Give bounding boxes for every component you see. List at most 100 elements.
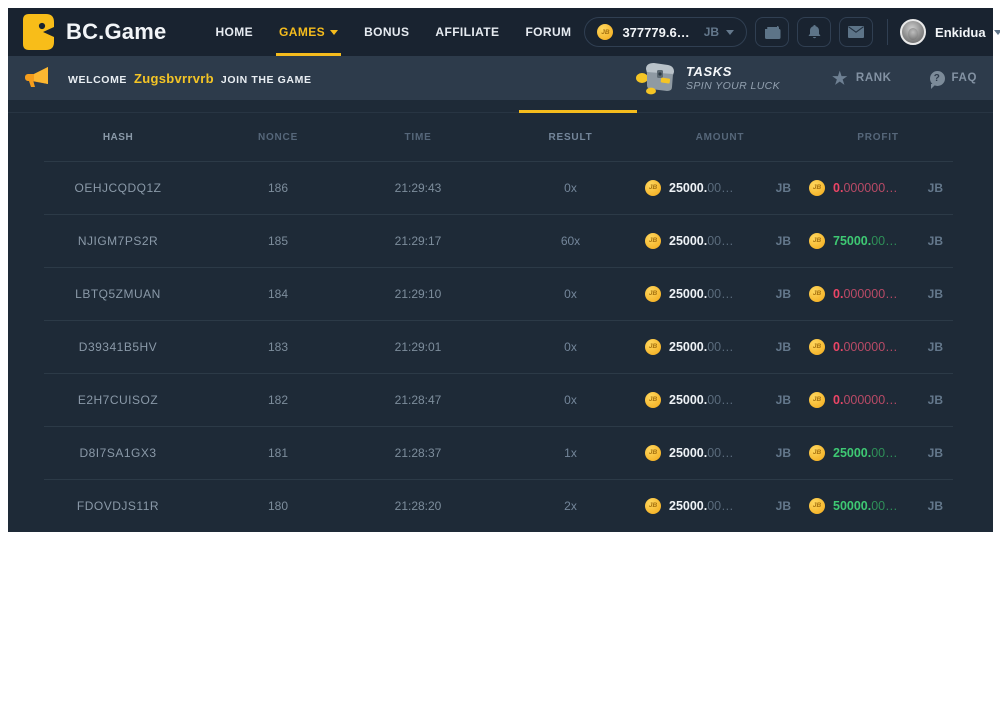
amount-cell: JB 25000.00… JB — [645, 339, 795, 355]
faq-link[interactable]: ? FAQ — [930, 71, 977, 86]
hash-value: FDOVDJS11R — [8, 499, 228, 513]
result-value: 2x — [508, 499, 633, 513]
notifications-button[interactable] — [797, 17, 831, 47]
table-row[interactable]: OEHJCQDQ1Z 186 21:29:43 0x JB 25000.00… … — [8, 161, 993, 214]
profit-value: 50000.00… — [833, 499, 898, 513]
nav-item-affiliate[interactable]: AFFILIATE — [422, 8, 512, 56]
amount-value: 25000.00… — [669, 446, 734, 460]
amount-value: 25000.00… — [669, 499, 734, 513]
profit-value: 0.000000… — [833, 393, 898, 407]
amount-value: 25000.00… — [669, 287, 734, 301]
amount-currency: JB — [776, 181, 795, 195]
amount-value: 25000.00… — [669, 234, 734, 248]
jb-coin-icon: JB — [645, 498, 661, 514]
amount-value: 25000.00… — [669, 340, 734, 354]
jb-coin-icon: JB — [645, 233, 661, 249]
balance-currency: JB — [690, 25, 719, 39]
top-navbar: BC.Game HOME GAMES BONUS AFFILIATE FORUM… — [8, 8, 993, 56]
profit-value: 25000.00… — [833, 446, 898, 460]
table-row[interactable]: NJIGM7PS2R 185 21:29:17 60x JB 25000.00…… — [8, 214, 993, 267]
time-value: 21:29:10 — [328, 287, 508, 301]
profit-cell: JB 0.000000… JB — [809, 286, 947, 302]
hash-value: E2H7CUISOZ — [8, 393, 228, 407]
nav-item-forum[interactable]: FORUM — [512, 8, 584, 56]
nonce-value: 182 — [228, 393, 328, 407]
profit-cell: JB 0.000000… JB — [809, 180, 947, 196]
topbar-right: JB 377779.6… JB — [584, 17, 1000, 47]
user-name: Enkidua — [935, 25, 986, 40]
avatar — [900, 19, 926, 45]
nonce-value: 180 — [228, 499, 328, 513]
nav-item-bonus[interactable]: BONUS — [351, 8, 422, 56]
jb-coin-icon: JB — [809, 233, 825, 249]
hash-value: NJIGM7PS2R — [8, 234, 228, 248]
jb-coin-icon: JB — [645, 286, 661, 302]
profit-currency: JB — [928, 181, 947, 195]
main-nav: HOME GAMES BONUS AFFILIATE FORUM — [202, 8, 584, 56]
nav-item-games[interactable]: GAMES — [266, 8, 351, 56]
table-row[interactable]: E2H7CUISOZ 182 21:28:47 0x JB 25000.00… … — [8, 373, 993, 426]
nonce-value: 186 — [228, 181, 328, 195]
amount-cell: JB 25000.00… JB — [645, 445, 795, 461]
user-menu[interactable]: Enkidua — [900, 19, 1000, 45]
active-tab-indicator — [519, 110, 637, 113]
tasks-widget[interactable]: TASKS SPIN YOUR LUCK — [634, 61, 780, 95]
col-amount: AMOUNT — [645, 132, 795, 143]
hash-value: D39341B5HV — [8, 340, 228, 354]
table-row[interactable]: FDOVDJS11R 180 21:28:20 2x JB 25000.00… … — [8, 479, 993, 532]
result-value: 0x — [508, 181, 633, 195]
hash-value: LBTQ5ZMUAN — [8, 287, 228, 301]
welcome-username: Zugsbvrrvrb — [134, 71, 214, 86]
wallet-icon — [764, 25, 781, 40]
jb-coin-icon: JB — [597, 24, 613, 40]
jb-coin-icon: JB — [809, 445, 825, 461]
profit-value: 75000.00… — [833, 234, 898, 248]
tasks-text: TASKS SPIN YOUR LUCK — [686, 64, 780, 92]
profit-currency: JB — [928, 234, 947, 248]
amount-currency: JB — [776, 393, 795, 407]
nonce-value: 181 — [228, 446, 328, 460]
amount-currency: JB — [776, 340, 795, 354]
profit-currency: JB — [928, 393, 947, 407]
profit-value: 0.000000… — [833, 287, 898, 301]
amount-cell: JB 25000.00… JB — [645, 498, 795, 514]
jb-coin-icon: JB — [809, 339, 825, 355]
bets-panel: HASH NONCE TIME RESULT AMOUNT PROFIT OEH… — [8, 100, 993, 532]
amount-value: 25000.00… — [669, 393, 734, 407]
nonce-value: 183 — [228, 340, 328, 354]
nav-item-home[interactable]: HOME — [202, 8, 266, 56]
nonce-value: 184 — [228, 287, 328, 301]
hash-value: OEHJCQDQ1Z — [8, 181, 228, 195]
profit-currency: JB — [928, 287, 947, 301]
app-window: BC.Game HOME GAMES BONUS AFFILIATE FORUM… — [8, 8, 993, 532]
table-row[interactable]: LBTQ5ZMUAN 184 21:29:10 0x JB 25000.00… … — [8, 267, 993, 320]
treasure-chest-icon — [634, 61, 676, 95]
table-row[interactable]: D8I7SA1GX3 181 21:28:37 1x JB 25000.00… … — [8, 426, 993, 479]
balance-value: 377779.6… — [622, 25, 689, 40]
result-value: 0x — [508, 393, 633, 407]
col-hash: HASH — [8, 132, 228, 143]
welcome-prefix: WELCOME — [68, 74, 127, 86]
welcome-suffix: JOIN THE GAME — [221, 74, 312, 86]
jb-coin-icon: JB — [809, 286, 825, 302]
result-value: 60x — [508, 234, 633, 248]
result-value: 0x — [508, 340, 633, 354]
profit-value: 0.000000… — [833, 340, 898, 354]
wallet-button[interactable] — [755, 17, 789, 47]
jb-coin-icon: JB — [645, 392, 661, 408]
star-icon: ★ — [832, 70, 848, 87]
mail-icon — [848, 26, 864, 38]
time-value: 21:29:43 — [328, 181, 508, 195]
profit-currency: JB — [928, 446, 947, 460]
tasks-title: TASKS — [686, 64, 780, 79]
messages-button[interactable] — [839, 17, 873, 47]
table-header: HASH NONCE TIME RESULT AMOUNT PROFIT — [8, 113, 993, 161]
balance-dropdown[interactable]: JB 377779.6… JB — [584, 17, 747, 47]
table-row[interactable]: D39341B5HV 183 21:29:01 0x JB 25000.00… … — [8, 320, 993, 373]
welcome-message: WELCOME Zugsbvrrvrb JOIN THE GAME — [68, 71, 312, 86]
rank-link[interactable]: ★ RANK — [832, 70, 891, 87]
hash-value: D8I7SA1GX3 — [8, 446, 228, 460]
jb-coin-icon: JB — [809, 498, 825, 514]
nonce-value: 185 — [228, 234, 328, 248]
brand-logo[interactable]: BC.Game — [22, 13, 166, 51]
